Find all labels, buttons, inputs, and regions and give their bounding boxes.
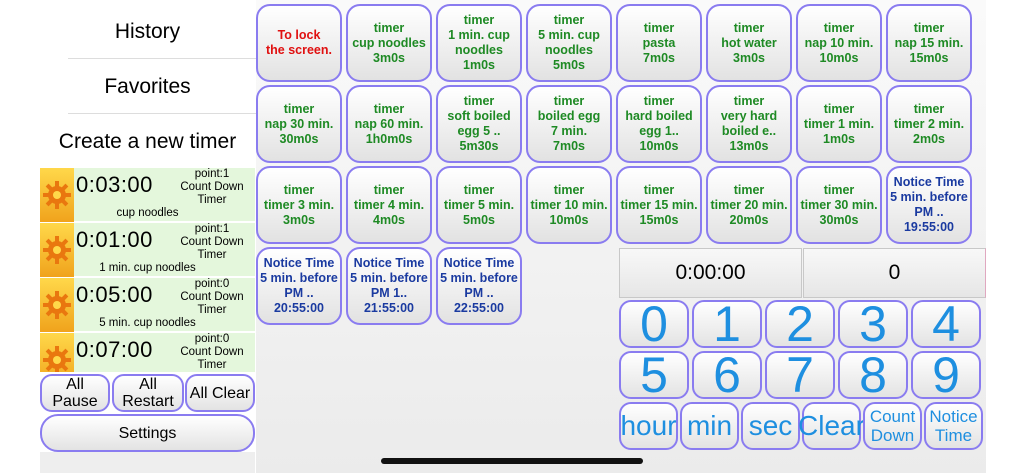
notice-time-key[interactable]: Notice Time — [924, 402, 983, 450]
keypad: 0 1 2 3 4 5 6 7 8 9 hour min sec Clear Count Down Notic… — [619, 299, 986, 455]
timer-kind: Timer — [197, 249, 227, 261]
timer-mode: Count Down — [180, 346, 244, 358]
left-panel-footer — [40, 452, 255, 473]
count-down-key[interactable]: Count Down — [863, 402, 922, 450]
preset-tile[interactable]: timer cup noodles 3m0s — [346, 4, 432, 82]
preset-tile[interactable]: timer hot water 3m0s — [706, 4, 792, 82]
preset-tile[interactable]: timer 1 min. cup noodles 1m0s — [436, 4, 522, 82]
timer-label: cup noodles — [116, 207, 179, 219]
preset-tile[interactable]: timer boiled egg 7 min. 7m0s — [526, 85, 612, 163]
digit-8-key[interactable]: 8 — [838, 350, 908, 400]
min-key[interactable]: min — [680, 402, 739, 450]
clear-key[interactable]: Clear — [798, 402, 865, 450]
preset-tile[interactable]: Notice Time 5 min. before PM .. 22:55:00 — [436, 247, 522, 325]
all-pause-button[interactable]: All Pause — [40, 374, 110, 412]
preset-tile[interactable]: timer pasta 7m0s — [616, 4, 702, 82]
timer-point: point:0 — [194, 278, 230, 290]
running-timer-row[interactable]: 0:03:00 point:1 Count Down Timer cup noodl… — [40, 168, 255, 222]
preset-tile[interactable]: timer nap 15 min. 15m0s — [886, 4, 972, 82]
timer-kind: Timer — [197, 194, 227, 206]
all-clear-button[interactable]: All Clear — [185, 374, 255, 412]
preset-tile[interactable]: timer soft boiled egg 5 .. 5m30s — [436, 85, 522, 163]
all-restart-button[interactable]: All Restart — [112, 374, 184, 412]
preset-tile[interactable]: timer timer 1 min. 1m0s — [796, 85, 882, 163]
timer-meta: point:1 Count Down Timer — [172, 168, 252, 207]
timer-mode: Count Down — [180, 236, 244, 248]
preset-tile[interactable]: timer nap 60 min. 1h0m0s — [346, 85, 432, 163]
preset-tile[interactable]: timer timer 5 min. 5m0s — [436, 166, 522, 244]
settings-button[interactable]: Settings — [40, 414, 255, 452]
digit-7-key[interactable]: 7 — [765, 350, 835, 400]
running-timer-row[interactable]: 0:05:00 point:0 Count Down Timer 5 min. cu… — [40, 278, 255, 332]
preset-tile[interactable]: timer timer 10 min. 10m0s — [526, 166, 612, 244]
home-indicator — [381, 458, 643, 464]
timer-kind: Timer — [197, 359, 227, 371]
digit-4-key[interactable]: 4 — [911, 299, 981, 349]
menu-favorites[interactable]: Favorites — [40, 59, 255, 114]
preset-tile[interactable]: timer timer 4 min. 4m0s — [346, 166, 432, 244]
menu-history[interactable]: History — [40, 4, 255, 59]
preset-tile[interactable]: timer timer 3 min. 3m0s — [256, 166, 342, 244]
sec-key[interactable]: sec — [741, 402, 800, 450]
preset-tile[interactable]: timer 5 min. cup noodles 5m0s — [526, 4, 612, 82]
timer-mode: Count Down — [180, 181, 244, 193]
running-timer-row[interactable]: 0:07:00 point:0 Count Down Timer — [40, 333, 255, 373]
preset-tile[interactable]: To lock the screen. — [256, 4, 342, 82]
preset-tile[interactable]: timer nap 30 min. 30m0s — [256, 85, 342, 163]
timer-mode: Count Down — [180, 291, 244, 303]
preset-tile[interactable]: Notice Time 5 min. before PM .. 19:55:00 — [886, 166, 972, 244]
timer-remaining: 0:07:00 — [76, 337, 153, 362]
preset-tile[interactable]: timer timer 20 min. 20m0s — [706, 166, 792, 244]
timer-meta: point:0 Count Down Timer — [172, 333, 252, 372]
timer-meta: point:1 Count Down Timer — [172, 223, 252, 262]
hour-key[interactable]: hour — [619, 402, 678, 450]
timer-label: 5 min. cup noodles — [99, 317, 196, 329]
running-timer-row[interactable]: 0:01:00 point:1 Count Down Timer 1 min. cu… — [40, 223, 255, 277]
timer-remaining: 0:05:00 — [76, 282, 153, 307]
digit-9-key[interactable]: 9 — [911, 350, 981, 400]
gear-icon — [40, 333, 74, 372]
timer-remaining: 0:01:00 — [76, 227, 153, 252]
digit-2-key[interactable]: 2 — [765, 299, 835, 349]
menu-create-timer[interactable]: Create a new timer — [40, 114, 255, 169]
digit-5-key[interactable]: 5 — [619, 350, 689, 400]
preset-tile[interactable]: timer nap 10 min. 10m0s — [796, 4, 882, 82]
timer-remaining: 0:03:00 — [76, 172, 153, 197]
timer-kind: Timer — [197, 304, 227, 316]
digit-3-key[interactable]: 3 — [838, 299, 908, 349]
count-display: 0 — [803, 248, 986, 298]
timer-point: point:0 — [194, 333, 230, 345]
preset-tile[interactable]: timer timer 2 min. 2m0s — [886, 85, 972, 163]
digit-6-key[interactable]: 6 — [692, 350, 762, 400]
digit-0-key[interactable]: 0 — [619, 299, 689, 349]
time-display: 0:00:00 — [619, 248, 802, 298]
preset-tile[interactable]: timer very hard boiled e.. 13m0s — [706, 85, 792, 163]
preset-tile[interactable]: Notice Time 5 min. before PM .. 20:55:00 — [256, 247, 342, 325]
digit-1-key[interactable]: 1 — [692, 299, 762, 349]
timer-point: point:1 — [194, 168, 230, 180]
timer-meta: point:0 Count Down Timer — [172, 278, 252, 317]
preset-tile[interactable]: Notice Time 5 min. before PM 1.. 21:55:0… — [346, 247, 432, 325]
timer-label: 1 min. cup noodles — [99, 262, 196, 274]
timer-point: point:1 — [194, 223, 230, 235]
preset-tile[interactable]: timer hard boiled egg 1.. 10m0s — [616, 85, 702, 163]
preset-tile[interactable]: timer timer 15 min. 15m0s — [616, 166, 702, 244]
preset-tile[interactable]: timer timer 30 min. 30m0s — [796, 166, 882, 244]
